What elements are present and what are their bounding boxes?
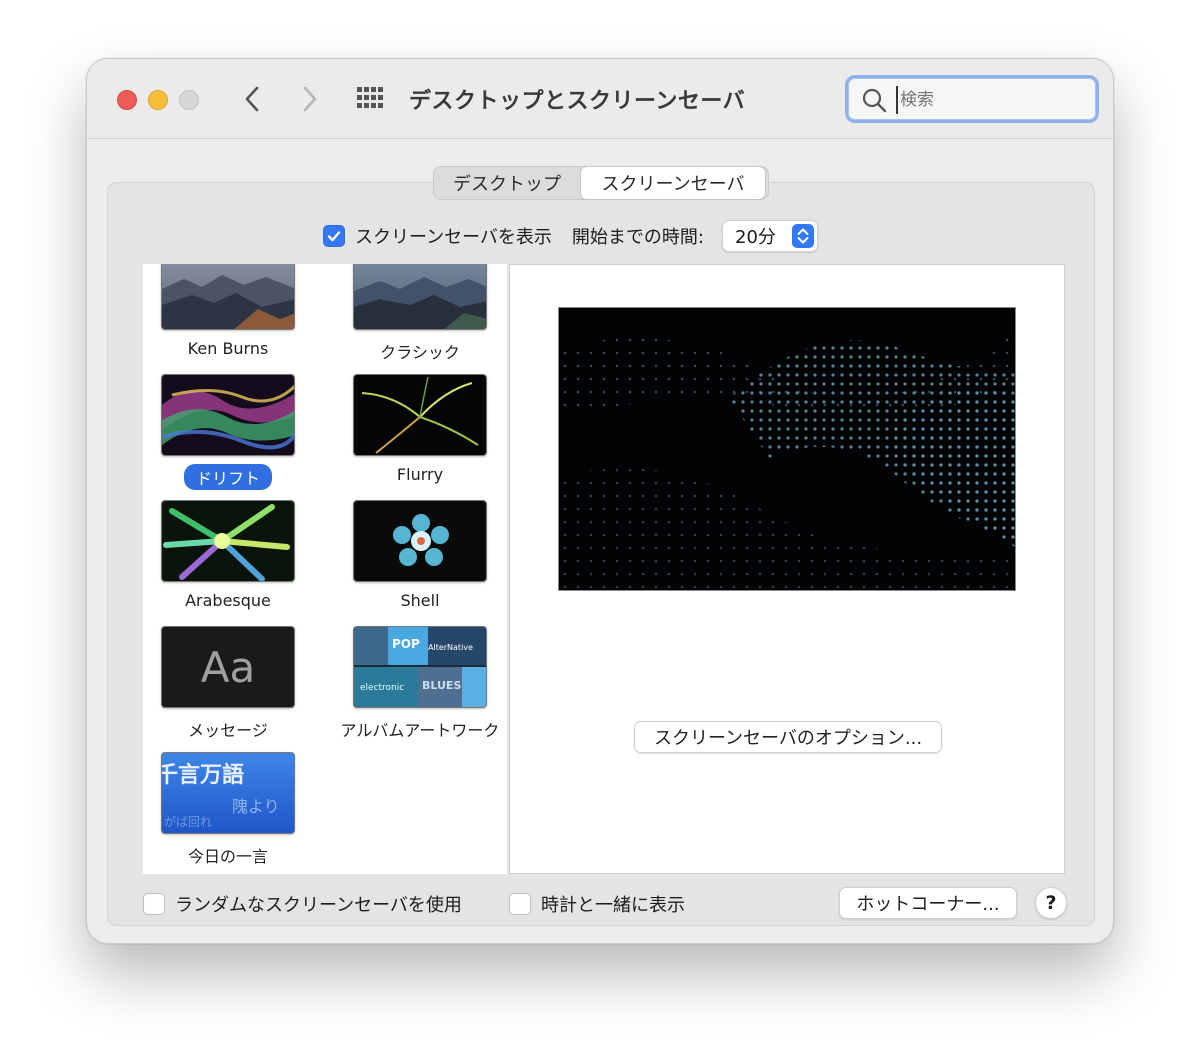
drift-thumbnail [161,374,295,456]
shell-thumbnail [353,500,487,582]
saver-item-shell[interactable]: Shell [325,500,507,611]
start-time-label: 開始までの時間: [571,227,704,248]
saver-label: ドリフト [183,464,272,490]
preview-pane: スクリーンセーバのオプション... [509,264,1065,874]
album-word-alternative: AlterNative [428,643,473,652]
saver-label: クラシック [380,343,460,362]
updown-chevron-icon [792,224,814,248]
screensaver-options-button[interactable]: スクリーンセーバのオプション... [634,721,942,753]
saver-item-flurry[interactable]: Flurry [325,374,507,485]
tab-screensaver[interactable]: スクリーンセーバ [580,166,766,200]
saver-label: Arabesque [185,591,271,610]
saver-item-ken-burns[interactable]: Ken Burns [143,264,323,359]
saver-item-drift[interactable]: ドリフト [143,374,323,490]
saver-item-message[interactable]: Aa メッセージ [143,626,323,742]
tab-desktop[interactable]: デスクトップ [434,167,580,199]
saver-label: Ken Burns [187,339,269,358]
saver-label: Flurry [396,465,444,484]
album-word-pop: POP [392,637,420,651]
bottom-controls: ランダムなスクリーンセーバを使用 時計と一緒に表示 ホットコーナー... ? [87,887,1113,921]
random-saver-label: ランダムなスクリーンセーバを使用 [175,895,462,916]
tab-bar: デスクトップ スクリーンセーバ [433,166,769,200]
message-thumb-text: Aa [200,642,256,692]
help-button[interactable]: ? [1035,887,1067,919]
saver-item-album-artwork[interactable]: POP AlterNative electronic BLUES アルバムアート… [325,626,507,742]
show-all-grid-icon[interactable] [355,85,387,113]
start-time-popup[interactable]: 20分 [722,220,818,252]
saver-label: メッセージ [188,721,268,740]
preferences-window: デスクトップとスクリーンセーバ デスクトップ スクリーンセーバ スクリーンセーバ… [86,58,1114,944]
flurry-thumbnail [353,374,487,456]
screensaver-list[interactable]: Ken Burns クラシック ドリフト Flurry Arabesque Sh… [143,264,507,874]
close-window-button[interactable] [117,90,137,110]
message-thumbnail: Aa [161,626,295,708]
saver-label: Shell [400,591,440,610]
hot-corners-button[interactable]: ホットコーナー... [839,887,1017,919]
saver-label: アルバムアートワーク [340,721,500,740]
minimize-window-button[interactable] [148,90,168,110]
show-clock-label: 時計と一緒に表示 [541,895,685,916]
word-line-3: がば回れ [164,815,213,829]
mountain-thumbnail [353,264,487,330]
title-bar: デスクトップとスクリーンセーバ [87,59,1113,139]
word-line-2: 隗より [232,797,280,816]
word-of-day-thumbnail: 千言万語 隗より がば回れ [161,752,295,834]
word-line-1: 千言万語 [161,763,245,788]
search-field[interactable] [845,75,1099,123]
arabesque-thumbnail [161,500,295,582]
saver-item-arabesque[interactable]: Arabesque [143,500,323,611]
saver-label: 今日の一言 [187,847,268,866]
album-word-electronic: electronic [360,683,405,693]
saver-item-classic[interactable]: クラシック [325,264,507,364]
search-input[interactable] [896,86,1086,114]
start-time-value: 20分 [735,227,776,248]
saver-item-word-of-day[interactable]: 千言万語 隗より がば回れ 今日の一言 [143,752,323,868]
window-title: デスクトップとスクリーンセーバ [409,89,746,114]
mountain-thumbnail [161,264,295,330]
show-screensaver-row: スクリーンセーバを表示 開始までの時間: 20分 [323,220,818,252]
zoom-window-button[interactable] [179,90,199,110]
forward-chevron-icon[interactable] [291,81,327,117]
random-saver-checkbox[interactable] [143,893,165,915]
checkmark-icon [327,231,341,242]
random-saver-option[interactable]: ランダムなスクリーンセーバを使用 [143,891,462,917]
search-icon [860,86,888,114]
back-chevron-icon[interactable] [235,81,271,117]
show-screensaver-label: スクリーンセーバを表示 [355,227,552,248]
show-clock-checkbox[interactable] [509,893,531,915]
screensaver-preview [558,307,1016,591]
show-screensaver-checkbox[interactable] [323,225,345,247]
album-artwork-thumbnail: POP AlterNative electronic BLUES [353,626,487,708]
show-clock-option[interactable]: 時計と一緒に表示 [509,891,685,917]
album-word-blues: BLUES [422,679,462,692]
